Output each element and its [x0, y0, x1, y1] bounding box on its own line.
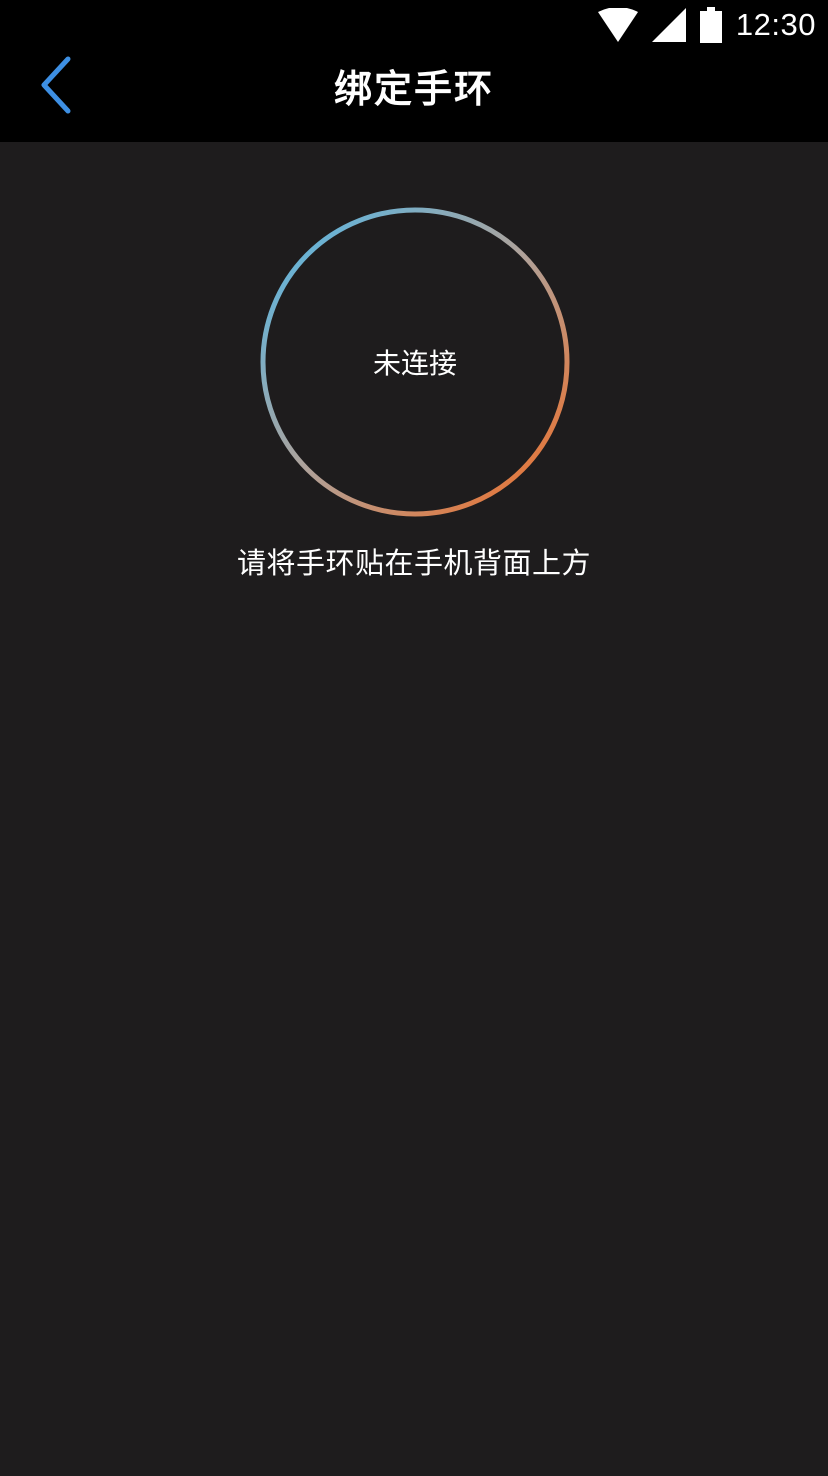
screen: 12:30 绑定手环 未连接 请将手环贴在手机背面上方 [0, 0, 828, 1476]
instruction-text: 请将手环贴在手机背面上方 [236, 546, 591, 580]
status-bar: 12:30 [0, 0, 828, 50]
cell-signal-icon [651, 8, 686, 42]
connection-status-label: 未连接 [372, 347, 457, 380]
connection-ring: 未连接 [259, 206, 571, 518]
status-icons: 12:30 [597, 4, 816, 46]
status-time: 12:30 [735, 7, 816, 42]
page-title: 绑定手环 [333, 67, 494, 111]
battery-icon [699, 7, 722, 43]
app-bar: 绑定手环 [0, 50, 828, 142]
wifi-icon [597, 8, 638, 42]
